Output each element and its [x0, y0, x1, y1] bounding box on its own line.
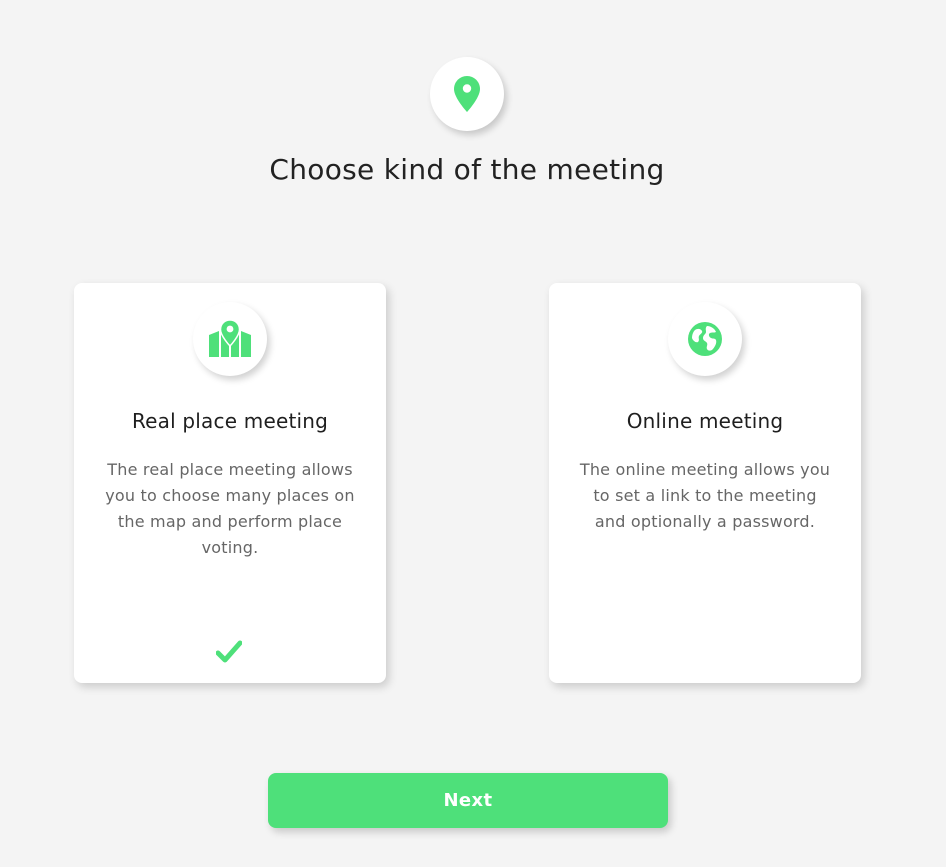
page-title: Choose kind of the meeting	[269, 153, 665, 186]
checkmark-icon	[216, 640, 242, 663]
meeting-type-page: Choose kind of the meeting Real place me…	[0, 0, 946, 867]
option-card-online[interactable]: Online meeting The online meeting allows…	[549, 283, 861, 683]
option-card-real-place[interactable]: Real place meeting The real place meetin…	[74, 283, 386, 683]
option-title: Online meeting	[626, 409, 784, 433]
option-description: The real place meeting allows you to cho…	[105, 460, 355, 557]
option-description: The online meeting allows you to set a l…	[579, 460, 831, 531]
globe-icon	[668, 302, 742, 376]
map-pin-icon	[430, 57, 504, 131]
map-icon	[193, 302, 267, 376]
option-title: Real place meeting	[131, 409, 329, 433]
next-button[interactable]: Next	[268, 773, 668, 828]
